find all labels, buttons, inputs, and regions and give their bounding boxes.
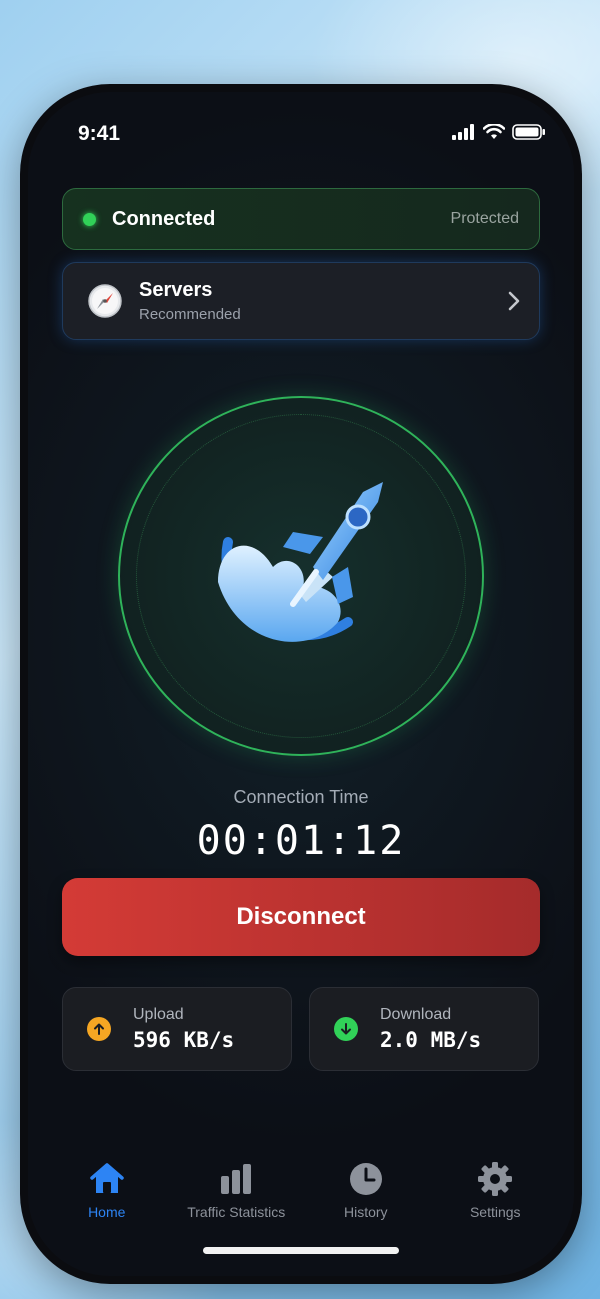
chevron-right-icon: [508, 291, 520, 311]
upload-stat-card: Upload 596 KB/s: [62, 987, 292, 1071]
home-icon: [90, 1163, 124, 1193]
tab-history-label: History: [343, 1204, 388, 1220]
download-arrow-icon: [334, 1017, 358, 1041]
tab-settings-label: Settings: [469, 1204, 521, 1220]
clock-icon: [349, 1163, 382, 1195]
tab-settings[interactable]: Settings: [431, 1160, 561, 1230]
tab-home[interactable]: Home: [42, 1160, 172, 1230]
connected-status-dot: [83, 212, 96, 226]
download-title: Download: [380, 1006, 452, 1023]
connection-time-label: Connection Time: [233, 787, 369, 807]
upload-value: 596 KB/s: [133, 1028, 235, 1052]
tab-traffic-statistics-label: Traffic Statistics: [187, 1204, 286, 1220]
upload-arrow-icon: [87, 1017, 111, 1041]
status-time: 9:41: [78, 122, 121, 145]
servers-subtitle: Recommended: [139, 306, 241, 323]
download-stat-text: Download 2.0 MB/s: [380, 1006, 481, 1052]
protected-badge: Protected: [450, 210, 519, 227]
tab-history[interactable]: History: [301, 1160, 431, 1230]
bar-chart-icon: [221, 1164, 252, 1194]
home-indicator[interactable]: [203, 1247, 399, 1254]
tab-traffic-statistics[interactable]: Traffic Statistics: [172, 1160, 302, 1230]
upload-title: Upload: [133, 1006, 184, 1023]
tab-home-label: Home: [88, 1204, 126, 1220]
download-value: 2.0 MB/s: [380, 1028, 482, 1052]
servers-title: Servers: [139, 279, 213, 301]
rocket-icon: [218, 482, 383, 642]
signal-icon: [452, 124, 474, 140]
servers-selector[interactable]: Servers Recommended: [62, 262, 540, 340]
gear-icon: [478, 1162, 513, 1196]
tab-bar: Home Traffic Statistics History Settings: [28, 1160, 574, 1230]
phone-frame: 9:41 Connected Protected Servers Recomme…: [20, 84, 582, 1284]
connection-status-label: Connected: [112, 207, 216, 230]
connection-timer: 00:01:12: [196, 818, 406, 864]
connect-toggle-ring[interactable]: [118, 396, 484, 756]
connection-status-card: Connected Protected: [62, 188, 540, 250]
battery-icon: [512, 124, 545, 140]
app-screen: 9:41 Connected Protected Servers Recomme…: [28, 92, 574, 1276]
servers-text: Servers Recommended: [139, 279, 507, 323]
upload-stat-text: Upload 596 KB/s: [133, 1006, 234, 1052]
download-stat-card: Download 2.0 MB/s: [309, 987, 539, 1071]
compass-icon: [88, 284, 122, 318]
status-icons: [452, 124, 546, 140]
disconnect-button[interactable]: Disconnect: [62, 878, 540, 956]
wifi-icon: [483, 124, 505, 139]
